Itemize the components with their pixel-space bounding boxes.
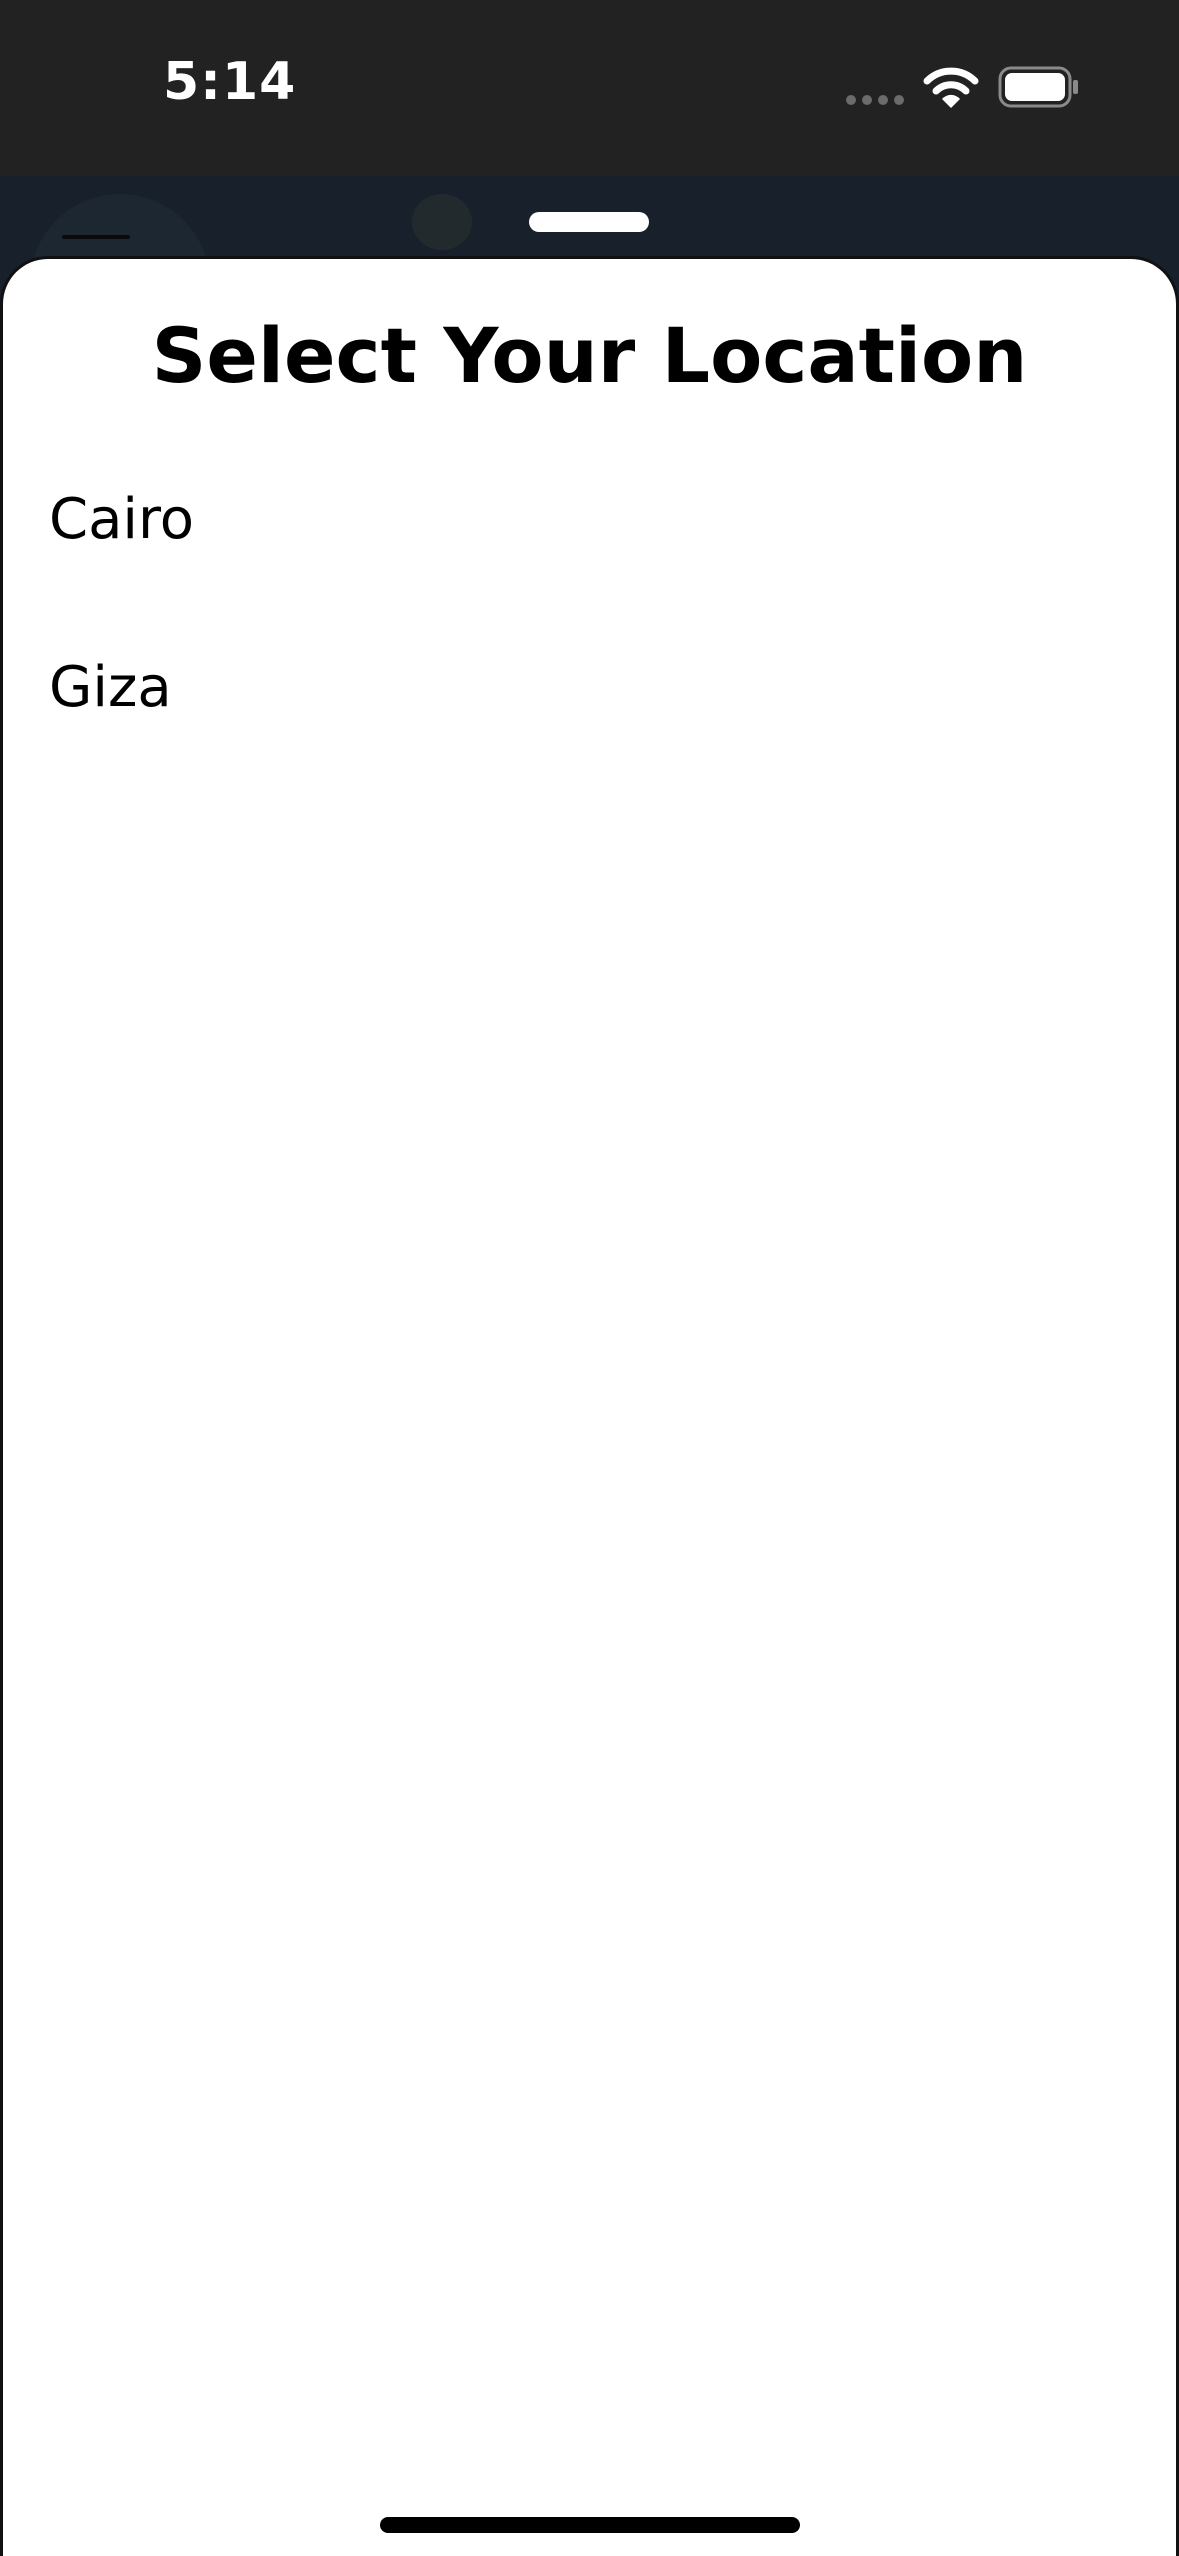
location-item-giza[interactable]: Giza — [3, 655, 1176, 823]
status-time: 5:14 — [163, 52, 297, 112]
hamburger-menu-icon — [62, 235, 130, 239]
battery-icon — [998, 66, 1078, 108]
sheet-grabber-handle[interactable] — [529, 212, 649, 232]
location-item-cairo[interactable]: Cairo — [3, 487, 1176, 655]
wifi-icon — [923, 67, 979, 108]
sheet-title: Select Your Location — [151, 311, 1028, 400]
signal-dots-icon — [846, 95, 904, 105]
home-indicator[interactable] — [380, 2517, 800, 2533]
location-list: Cairo Giza — [3, 487, 1176, 823]
status-bar: 5:14 — [0, 0, 1179, 176]
location-picker-sheet: Select Your Location Cairo Giza — [0, 256, 1179, 2556]
background-logo-icon — [412, 194, 472, 250]
